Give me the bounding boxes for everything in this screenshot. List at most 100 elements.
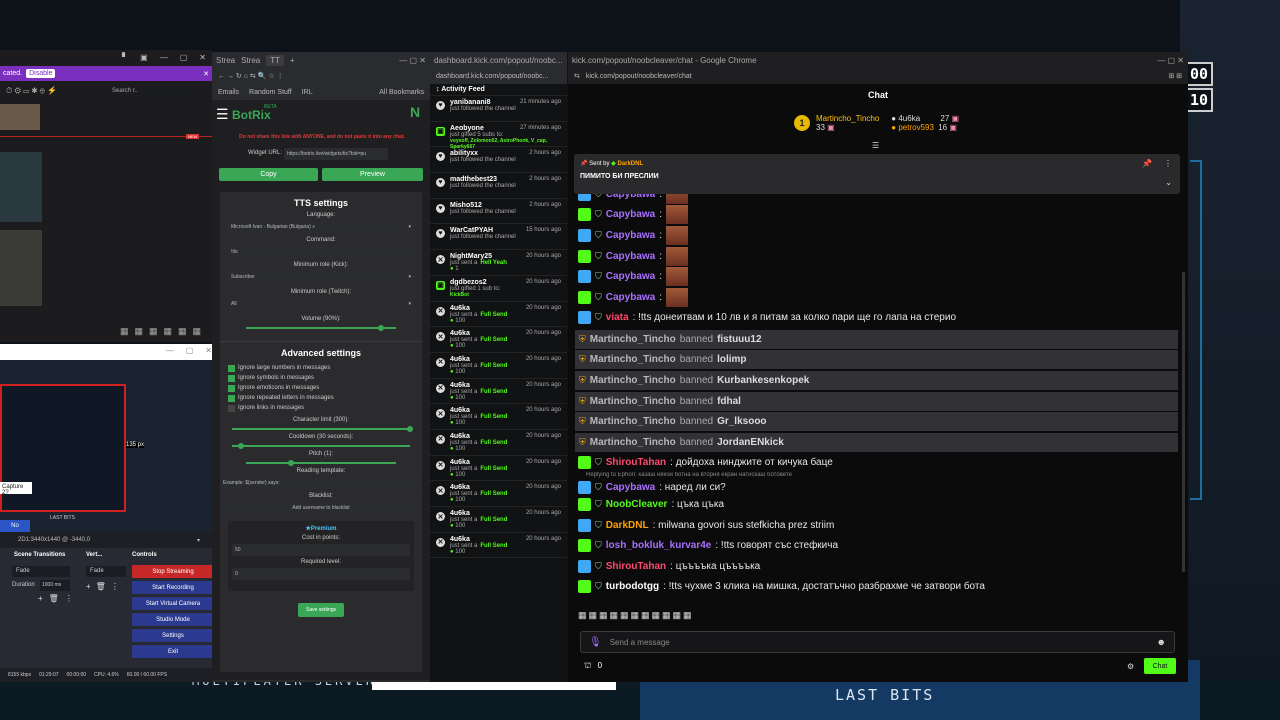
feed-item[interactable]: ♥ abilityxx just followed the channel 2 hou…	[430, 147, 567, 174]
chat-username[interactable]: Capybawa	[606, 482, 655, 493]
window-controls-icon[interactable]: — ▢ ✕	[399, 56, 426, 65]
feed-username[interactable]: madthebest23	[450, 176, 516, 183]
ban-target[interactable]: lolimp	[717, 354, 746, 365]
studio-mode-button[interactable]: Studio Mode	[132, 613, 214, 626]
start-recording-button[interactable]: Start Recording	[132, 581, 214, 594]
ban-target[interactable]: Kurbankesenkopek	[717, 375, 809, 386]
language-select[interactable]: Microsoft Ivan - Bulgarian (Bulgaria) ● ▾	[228, 221, 414, 233]
pin-icon[interactable]: ▘	[122, 53, 128, 63]
new-tab-icon[interactable]: +	[290, 56, 295, 65]
ignore-repeated-letters-checkbox[interactable]: Ignore repeated letters in messages	[228, 393, 414, 403]
feed-url[interactable]: dashboard.kick.com/popout/noobc...	[436, 73, 548, 80]
feed-item[interactable]: ♥ madthebest23 just followed the channel 2 …	[430, 173, 567, 199]
chat-message[interactable]: ⛉ turbodotgg: !tts чухме 3 клика на мишка…	[568, 577, 1188, 598]
pitch-slider[interactable]	[246, 460, 396, 466]
chat-scrollbar[interactable]	[1182, 272, 1185, 572]
checkbox-box[interactable]	[228, 404, 235, 412]
exit-button[interactable]: Exit	[132, 645, 214, 658]
feed-username[interactable]: 4u6ka	[450, 433, 507, 440]
feed-username[interactable]: 4u6ka	[450, 305, 507, 312]
feed-username[interactable]: abilityxx	[450, 150, 516, 157]
save-settings-button[interactable]: Save settings	[298, 603, 344, 617]
min-role-twitch-select[interactable]: All ▾	[228, 298, 414, 310]
feed-username[interactable]: Misho512	[450, 202, 516, 209]
bookmark-emails[interactable]: Emails	[218, 89, 239, 96]
ban-notice[interactable]: ⛨ Martincho_Tincho banned Gr_lksooo	[575, 412, 1178, 432]
chat-username[interactable]: Martincho_Tincho	[590, 396, 676, 407]
chat-url[interactable]: kick.com/popout/noobcleaver/chat	[586, 73, 692, 80]
chat-username[interactable]: Capybawa	[606, 271, 655, 282]
expand-icon[interactable]: ⌄	[1165, 178, 1172, 187]
bookmark-random[interactable]: Random Stuff	[249, 89, 292, 96]
feed-item[interactable]: ✕ 4u6ka just sent a Full Send ● 100 20 hours …	[430, 379, 567, 405]
close-icon[interactable]: ✕	[199, 53, 206, 63]
site-info-icon[interactable]: ⇆	[574, 72, 580, 80]
slider-thumb[interactable]	[407, 426, 413, 432]
dropdown-icon[interactable]: ▾	[197, 537, 200, 544]
feed-username[interactable]: 4u6ka	[450, 459, 507, 466]
bookmark-irl[interactable]: IRL	[302, 89, 313, 96]
disable-button[interactable]: Disable	[26, 69, 56, 78]
window-controls-icon[interactable]: — ▢ ✕	[1157, 56, 1184, 65]
ban-notice[interactable]: ⛨ Martincho_Tincho banned lolimp	[575, 350, 1178, 370]
emote-bar[interactable]: ▦▦▦▦▦▦▦▦▦▦▦	[578, 610, 694, 621]
points-display[interactable]: ⛫ 0	[584, 661, 602, 671]
ignore-large-numbers-checkbox[interactable]: Ignore large numbers in messages	[228, 363, 414, 373]
checkbox-box[interactable]	[228, 394, 235, 402]
ban-notice[interactable]: ⛨ Martincho_Tincho banned fdhal	[575, 391, 1178, 411]
checkbox-box[interactable]	[228, 384, 235, 392]
no-button[interactable]: No	[0, 520, 30, 532]
settings-button[interactable]: Settings	[132, 629, 214, 642]
feed-item[interactable]: ✕ 4u6ka just sent a Full Send ● 100 20 hours …	[430, 302, 567, 328]
feed-username[interactable]: 4u6ka	[450, 484, 507, 491]
leader-2[interactable]: ● 4u6ka 27 ▣ ● petrov593 16 ▣	[891, 114, 959, 132]
min-role-kick-select[interactable]: Subscriber ▾	[228, 271, 414, 283]
feed-username[interactable]: dgdbezos2	[450, 279, 500, 286]
chat-message[interactable]: ⛉ Capybawa: наред ли си?	[568, 481, 1188, 495]
duration-input[interactable]: 1000 ms	[40, 580, 70, 591]
chat-username[interactable]: Martincho_Tincho	[590, 334, 676, 345]
chat-message[interactable]: ⛉ Capybawa:	[568, 225, 1188, 246]
feed-item[interactable]: ✕ 4u6ka just sent a Full Send ● 100 20 hours …	[430, 507, 567, 533]
close-icon[interactable]: ✕	[205, 346, 212, 358]
feed-username[interactable]: 4u6ka	[450, 510, 507, 517]
chat-username[interactable]: Capybawa	[606, 209, 655, 220]
chat-message[interactable]: ⛉ Capybawa:	[568, 266, 1188, 287]
feed-item[interactable]: ♥ Misho512 just followed the channel 2 hour…	[430, 199, 567, 225]
feed-username[interactable]: WarCatPYAH	[450, 227, 516, 234]
chat-username[interactable]: Martincho_Tincho	[590, 437, 676, 448]
pin-icon[interactable]: 📌	[1142, 159, 1152, 168]
chat-username[interactable]: Martincho_Tincho	[590, 354, 676, 365]
leader-1[interactable]: Martincho_Tincho 33 ▣	[816, 114, 879, 132]
pinned-message[interactable]: 📌 Sent by ◆ DarkDNL ПИМИТО БИ ПРЕСЛИИ 📌 …	[574, 154, 1180, 194]
feed-item[interactable]: ▣ dgdbezos2 just gifted 1 sub to: KickBot 20…	[430, 276, 567, 302]
chat-username[interactable]: viata	[606, 312, 629, 323]
chat-username[interactable]: Capybawa	[606, 251, 655, 262]
chat-username[interactable]: Capybawa	[606, 292, 655, 303]
feed-item[interactable]: ✕ 4u6ka just sent a Full Send ● 100 20 hours …	[430, 404, 567, 430]
blacklist-input[interactable]: Add username to blacklist	[220, 502, 422, 516]
feed-item[interactable]: ▣ Aeobyone just gifted 5 subs to: voyxoff, …	[430, 122, 567, 150]
feed-item[interactable]: ✕ 4u6ka just sent a Full Send ● 100 20 hours …	[430, 353, 567, 379]
nav-icons[interactable]: ← → ↻ ⌂ ⇆ 🔍 ☆ ⋮	[218, 72, 284, 80]
ban-target[interactable]: JordanENkick	[717, 437, 784, 448]
bookmark-all[interactable]: All Bookmarks	[379, 89, 424, 96]
stop-streaming-button[interactable]: Stop Streaming	[132, 565, 214, 578]
feed-item[interactable]: ✕ 4u6ka just sent a Full Send ● 100 20 hours …	[430, 533, 567, 559]
slider-thumb[interactable]	[237, 443, 244, 449]
feed-username[interactable]: 4u6ka	[450, 382, 507, 389]
chat-message[interactable]: ⛉ Capybawa:	[568, 246, 1188, 267]
cost-input[interactable]: 50	[232, 544, 410, 556]
chat-username[interactable]: turbodotgg	[606, 581, 659, 592]
chat-message[interactable]: ⛉ viata: !tts донеитвам и 10 лв и я питам…	[568, 308, 1188, 329]
feed-item[interactable]: ✕ 4u6ka just sent a Full Send ● 100 20 hours …	[430, 456, 567, 482]
mic-icon[interactable]: 🎙	[589, 637, 602, 648]
feed-item[interactable]: ✕ 4u6ka just sent a Full Send ● 100 20 hours …	[430, 430, 567, 456]
ban-notice[interactable]: ⛨ Martincho_Tincho banned Kurbankesenkopek	[575, 370, 1178, 390]
chat-send-button[interactable]: Chat	[1144, 658, 1176, 674]
chat-username[interactable]: DarkDNL	[606, 520, 649, 531]
ban-notice[interactable]: ⛨ Martincho_Tincho banned fistuuu12	[575, 329, 1178, 349]
feed-username[interactable]: 4u6ka	[450, 356, 507, 363]
command-input[interactable]: !tts	[228, 246, 414, 258]
emoji-icon[interactable]: ☻	[1157, 637, 1166, 647]
